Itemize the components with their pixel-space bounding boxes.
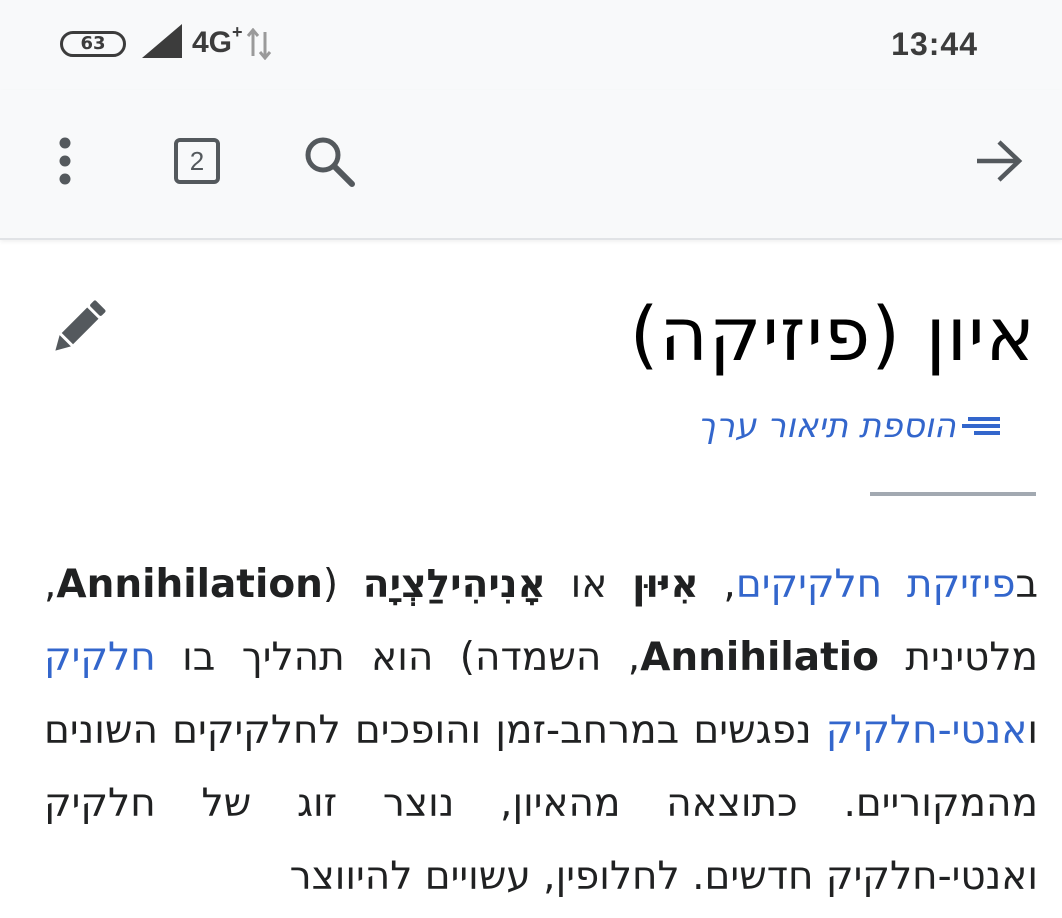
- clock: 13:44: [891, 26, 978, 62]
- term-latin: Annihilatio: [640, 635, 879, 680]
- search-icon: [305, 137, 355, 187]
- description-lines-icon: [962, 417, 1000, 435]
- more-options-button[interactable]: [30, 126, 100, 196]
- title-divider: [870, 492, 1036, 496]
- tabs-button[interactable]: 2: [162, 126, 232, 196]
- forward-arrow-icon: [977, 140, 1023, 182]
- status-bar: 63 4G+ 13:44: [0, 0, 1062, 90]
- tabs-icon: 2: [174, 138, 220, 184]
- edit-pencil-icon[interactable]: [48, 300, 108, 356]
- article-intro: בפיזיקת חלקיקים, אִיּוּן או אָנִיהִילַצְ…: [44, 562, 1038, 899]
- app-toolbar: 2: [0, 90, 1062, 240]
- battery-icon: 63: [60, 31, 126, 57]
- more-vertical-icon: [59, 137, 71, 185]
- tabs-count: 2: [189, 145, 205, 176]
- add-description-link[interactable]: הוספת תיאור ערך: [697, 402, 1004, 450]
- add-description-label: הוספת תיאור ערך: [697, 406, 956, 446]
- forward-button[interactable]: [964, 126, 1034, 196]
- link-antiparticle[interactable]: אנטי-חלקיק: [826, 708, 1027, 753]
- link-particle-physics[interactable]: פיזיקת חלקיקים: [736, 562, 1016, 607]
- term-annihilatsia: אָנִיהִילַצְיָה: [362, 562, 546, 607]
- term-english: Annihilation: [56, 562, 323, 607]
- network-type: 4G+: [192, 22, 243, 59]
- term-ayun: אִיּוּן: [632, 562, 699, 607]
- search-button[interactable]: [294, 126, 364, 196]
- page-title: איון (פיזיקה): [629, 292, 1036, 378]
- link-particle[interactable]: חלקיק: [44, 635, 156, 680]
- data-activity-icon: [246, 28, 272, 60]
- battery-level: 63: [80, 33, 106, 54]
- signal-strength-icon: [142, 24, 182, 58]
